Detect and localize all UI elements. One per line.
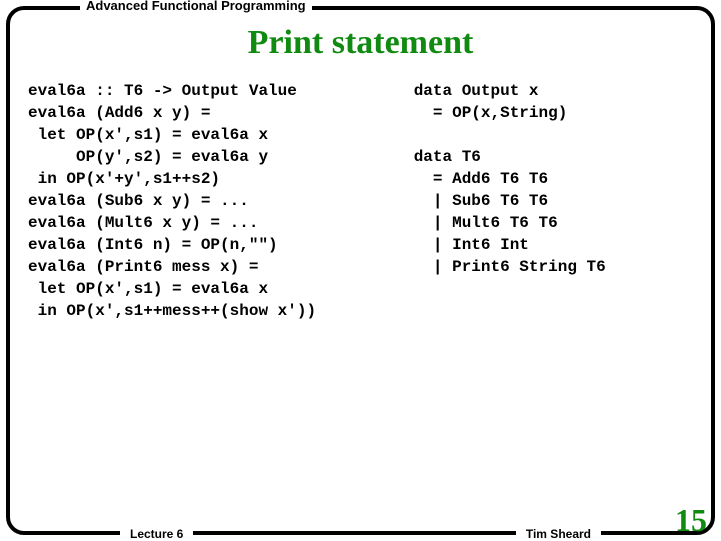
course-header: Advanced Functional Programming xyxy=(80,0,312,13)
content-area: eval6a :: T6 -> Output Value eval6a (Add… xyxy=(10,80,711,322)
footer: Lecture 6 Tim Sheard xyxy=(10,521,711,541)
slide-title: Print statement xyxy=(10,24,711,62)
author-label: Tim Sheard xyxy=(516,527,601,541)
code-block-left: eval6a :: T6 -> Output Value eval6a (Add… xyxy=(28,80,414,322)
page-number: 15 xyxy=(675,502,707,539)
slide-frame: Advanced Functional Programming Print st… xyxy=(6,6,715,535)
lecture-label: Lecture 6 xyxy=(120,527,193,541)
right-column: data Output x = OP(x,String) data T6 = A… xyxy=(414,80,693,322)
code-block-right: data Output x = OP(x,String) data T6 = A… xyxy=(414,80,693,278)
left-column: eval6a :: T6 -> Output Value eval6a (Add… xyxy=(28,80,414,322)
